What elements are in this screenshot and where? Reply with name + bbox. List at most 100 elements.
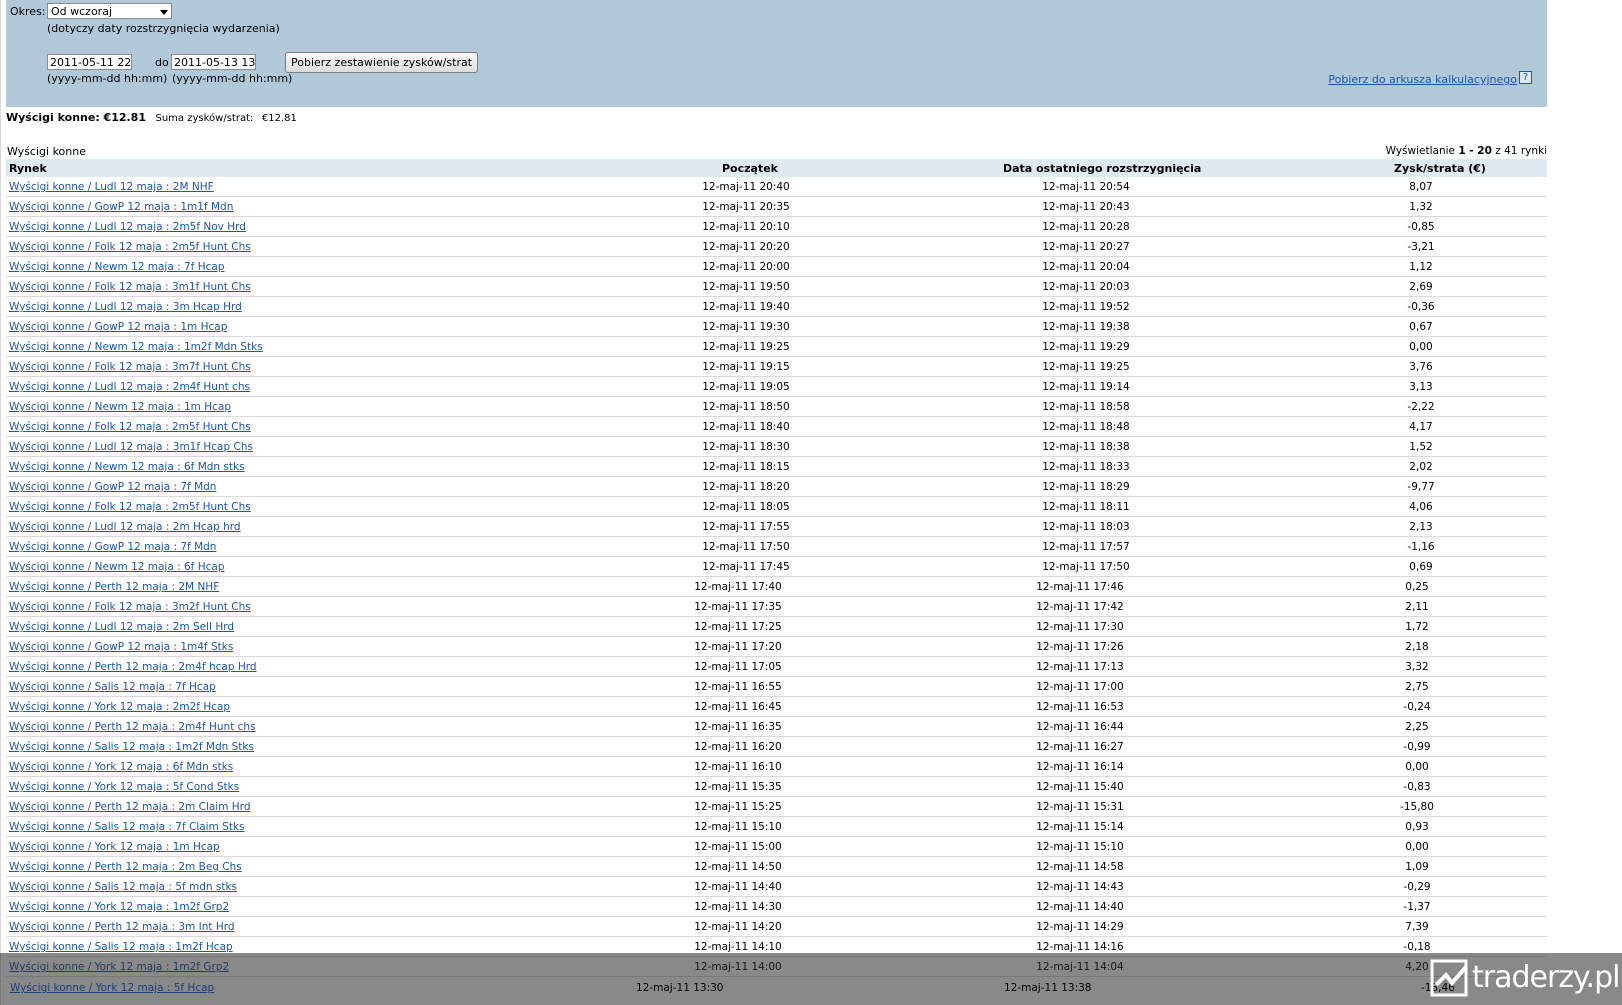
market-link[interactable]: Wyścigi konne / Ludl 12 maja : 3m1f Hcap…: [9, 441, 253, 453]
market-link[interactable]: Wyścigi konne / Ludl 12 maja : 2m Hcap h…: [9, 521, 241, 533]
market-link[interactable]: Wyścigi konne / York 12 maja : 1m Hcap: [9, 841, 220, 853]
table-row: Wyścigi konne / Perth 12 maja : 2m4f Hun…: [6, 717, 1547, 737]
date-from-input[interactable]: 2011-05-11 22:0: [47, 54, 132, 70]
paging-prefix: Wyświetlanie: [1385, 145, 1455, 157]
profit-loss: -2,22: [1407, 401, 1435, 413]
market-link[interactable]: Wyścigi konne / Perth 12 maja : 3m Int H…: [9, 921, 235, 933]
settled-time: 12-maj-11 16:53: [1036, 701, 1124, 713]
start-time: 12-maj-11 17:55: [702, 521, 790, 533]
market-link[interactable]: Wyścigi konne / Perth 12 maja : 2m Claim…: [9, 801, 250, 813]
start-time: 12-maj-11 18:40: [702, 421, 790, 433]
settled-time: 12-maj-11 18:33: [1042, 461, 1130, 473]
settled-time: 12-maj-11 20:43: [1042, 201, 1130, 213]
settled-time: 12-maj-11 14:29: [1036, 921, 1124, 933]
market-link[interactable]: Wyścigi konne / GowP 12 maja : 7f Mdn: [9, 481, 216, 493]
table-header: Rynek Początek Data ostatniego rozstrzyg…: [6, 159, 1547, 177]
market-link[interactable]: Wyścigi konne / Perth 12 maja : 2m4f Hun…: [9, 721, 256, 733]
table-row: Wyścigi konne / York 12 maja : 5f Cond S…: [6, 777, 1547, 797]
table-row: Wyścigi konne / Newm 12 maja : 1m2f Mdn …: [6, 337, 1547, 357]
table-row: Wyścigi konne / York 12 maja : 2m2f Hcap…: [6, 697, 1547, 717]
market-link[interactable]: Wyścigi konne / Salis 12 maja : 1m2f Hca…: [9, 941, 233, 953]
market-link[interactable]: Wyścigi konne / Folk 12 maja : 3m7f Hunt…: [9, 361, 251, 373]
market-link[interactable]: Wyścigi konne / Folk 12 maja : 2m5f Hunt…: [9, 501, 251, 513]
market-link[interactable]: Wyścigi konne / Ludl 12 maja : 2m5f Nov …: [9, 221, 246, 233]
market-link[interactable]: Wyścigi konne / York 12 maja : 2m2f Hcap: [9, 701, 230, 713]
settled-time: 12-maj-11 15:14: [1036, 821, 1124, 833]
start-time: 12-maj-11 17:40: [694, 581, 782, 593]
settled-time: 12-maj-11 19:52: [1042, 301, 1130, 313]
table-row: Wyścigi konne / Folk 12 maja : 2m5f Hunt…: [6, 497, 1547, 517]
column-header-profit[interactable]: Zysk/strata (€): [1394, 162, 1486, 175]
market-link[interactable]: Wyścigi konne / York 12 maja : 1m2f Grp2: [9, 901, 229, 913]
market-link[interactable]: Wyścigi konne / Salis 12 maja : 7f Claim…: [9, 821, 245, 833]
profit-loss: -0,36: [1407, 301, 1435, 313]
profit-loss: 2,13: [1409, 521, 1433, 533]
column-header-start[interactable]: Początek: [722, 162, 778, 175]
settled-time: 12-maj-11 15:40: [1036, 781, 1124, 793]
market-link[interactable]: Wyścigi konne / Folk 12 maja : 2m5f Hunt…: [9, 241, 251, 253]
market-link[interactable]: Wyścigi konne / York 12 maja : 5f Hcap: [10, 982, 214, 994]
market-link[interactable]: Wyścigi konne / Newm 12 maja : 6f Hcap: [9, 561, 224, 573]
help-icon[interactable]: ?: [1519, 71, 1532, 84]
market-link[interactable]: Wyścigi konne / GowP 12 maja : 1m1f Mdn: [9, 201, 233, 213]
market-link[interactable]: Wyścigi konne / York 12 maja : 5f Cond S…: [9, 781, 239, 793]
market-link[interactable]: Wyścigi konne / GowP 12 maja : 1m Hcap: [9, 321, 227, 333]
profit-loss: 0,00: [1409, 341, 1433, 353]
column-header-settled[interactable]: Data ostatniego rozstrzygnięcia: [1003, 162, 1201, 175]
market-link[interactable]: Wyścigi konne / Salis 12 maja : 7f Hcap: [9, 681, 216, 693]
settled-time: 12-maj-11 19:29: [1042, 341, 1130, 353]
profit-loss: 4,17: [1409, 421, 1433, 433]
start-time: 12-maj-11 20:35: [702, 201, 790, 213]
market-link[interactable]: Wyścigi konne / York 12 maja : 1m2f Grp2: [9, 961, 229, 973]
traderzy-watermark: traderzy.pl: [1430, 956, 1620, 1001]
table-row: Wyścigi konne / Folk 12 maja : 3m1f Hunt…: [6, 277, 1547, 297]
profit-loss: -3,21: [1407, 241, 1435, 253]
market-link[interactable]: Wyścigi konne / Perth 12 maja : 2m4f hca…: [9, 661, 257, 673]
market-link[interactable]: Wyścigi konne / York 12 maja : 6f Mdn st…: [9, 761, 233, 773]
market-link[interactable]: Wyścigi konne / Perth 12 maja : 2M NHF: [9, 581, 219, 593]
filter-panel: Okres: Od wczoraj (dotyczy daty rozstrzy…: [6, 0, 1547, 107]
market-link[interactable]: Wyścigi konne / Newm 12 maja : 7f Hcap: [9, 261, 224, 273]
spreadsheet-download-link[interactable]: Pobierz do arkusza kalkulacyjnego: [1328, 73, 1517, 86]
table-row: Wyścigi konne / Ludl 12 maja : 2m5f Nov …: [6, 217, 1547, 237]
table-row: Wyścigi konne / Newm 12 maja : 6f Hcap 12…: [6, 557, 1547, 577]
start-time: 12-maj-11 15:00: [694, 841, 782, 853]
market-link[interactable]: Wyścigi konne / Folk 12 maja : 3m2f Hunt…: [9, 601, 251, 613]
settled-time: 12-maj-11 20:04: [1042, 261, 1130, 273]
profit-loss: 3,76: [1409, 361, 1433, 373]
market-link[interactable]: Wyścigi konne / Folk 12 maja : 2m5f Hunt…: [9, 421, 251, 433]
market-link[interactable]: Wyścigi konne / Newm 12 maja : 1m2f Mdn …: [9, 341, 263, 353]
market-link[interactable]: Wyścigi konne / Ludl 12 maja : 2M NHF: [9, 181, 214, 193]
date-to-input[interactable]: 2011-05-13 13:1: [171, 54, 256, 70]
settled-time: 12-maj-11 15:10: [1036, 841, 1124, 853]
market-link[interactable]: Wyścigi konne / GowP 12 maja : 1m4f Stks: [9, 641, 233, 653]
market-link[interactable]: Wyścigi konne / Salis 12 maja : 5f mdn s…: [9, 881, 237, 893]
market-link[interactable]: Wyścigi konne / Newm 12 maja : 1m Hcap: [9, 401, 231, 413]
table-row: Wyścigi konne / Ludl 12 maja : 2m Sell H…: [6, 617, 1547, 637]
fetch-report-button[interactable]: Pobierz zestawienie zysków/strat: [285, 52, 479, 73]
table-row: Wyścigi konne / York 12 maja : 1m Hcap 12…: [6, 837, 1547, 857]
market-link[interactable]: Wyścigi konne / Salis 12 maja : 1m2f Mdn…: [9, 741, 254, 753]
start-time: 12-maj-11 20:00: [702, 261, 790, 273]
settled-time: 12-maj-11 17:30: [1036, 621, 1124, 633]
market-link[interactable]: Wyścigi konne / Newm 12 maja : 6f Mdn st…: [9, 461, 245, 473]
profit-loss: 3,32: [1405, 661, 1429, 673]
table-row: Wyścigi konne / Perth 12 maja : 2m Beg C…: [6, 857, 1547, 877]
market-link[interactable]: Wyścigi konne / Perth 12 maja : 2m Beg C…: [9, 861, 242, 873]
market-link[interactable]: Wyścigi konne / Folk 12 maja : 3m1f Hunt…: [9, 281, 251, 293]
date-to-format-hint: (yyyy-mm-dd hh:mm): [172, 72, 293, 85]
market-link[interactable]: Wyścigi konne / GowP 12 maja : 7f Mdn: [9, 541, 216, 553]
chevron-down-icon[interactable]: [160, 10, 168, 15]
market-link[interactable]: Wyścigi konne / Ludl 12 maja : 2m4f Hunt…: [9, 381, 250, 393]
settled-time: 12-maj-11 19:25: [1042, 361, 1130, 373]
start-time: 12-maj-11 13:30: [636, 982, 724, 994]
column-header-market[interactable]: Rynek: [9, 162, 47, 175]
profit-loss: 2,11: [1405, 601, 1429, 613]
market-link[interactable]: Wyścigi konne / Ludl 12 maja : 3m Hcap H…: [9, 301, 242, 313]
market-link[interactable]: Wyścigi konne / Ludl 12 maja : 2m Sell H…: [9, 621, 234, 633]
settled-time: 12-maj-11 18:38: [1042, 441, 1130, 453]
period-select[interactable]: Od wczoraj: [47, 3, 172, 19]
table-row: Wyścigi konne / Salis 12 maja : 7f Claim…: [6, 817, 1547, 837]
start-time: 12-maj-11 19:50: [702, 281, 790, 293]
table-row: Wyścigi konne / GowP 12 maja : 1m1f Mdn 1…: [6, 197, 1547, 217]
